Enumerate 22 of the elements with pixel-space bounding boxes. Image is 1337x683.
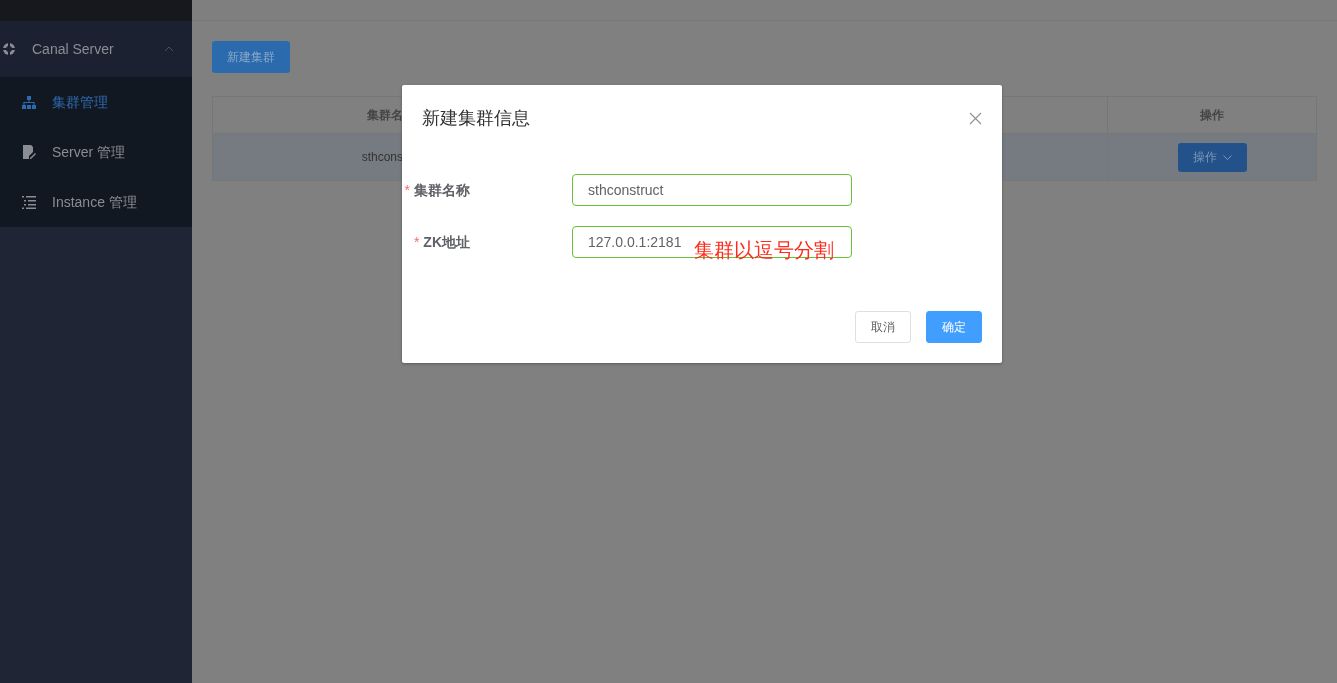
input-field[interactable]: sthconstruct — [572, 174, 852, 206]
field-label: 集群名称 — [414, 180, 470, 200]
table-header-cell-text: 集群名 — [366, 107, 403, 124]
menu-item[interactable]: 集群管理 — [0, 77, 192, 127]
chevron-down-icon — [1222, 154, 1232, 160]
menu-group[interactable]: Canal Server — [0, 21, 192, 77]
chevron-icon — [164, 46, 174, 52]
list-icon — [22, 195, 36, 209]
menu-group-label: Canal Server — [32, 39, 115, 59]
cancel-button[interactable]: 取消 — [855, 311, 911, 343]
table-cell-text: sthcons — [360, 149, 403, 166]
menu-item[interactable]: Server 管理 — [0, 127, 192, 177]
document-edit-icon — [22, 145, 36, 159]
table-header-cell: 操作 — [1107, 97, 1316, 133]
close-button[interactable] — [969, 112, 982, 125]
menu-item[interactable]: Instance 管理 — [0, 177, 192, 227]
annotation-text: 集群以逗号分割 — [694, 240, 834, 260]
dialog-title: 新建集群信息 — [422, 107, 530, 130]
field-label: ZK地址 — [423, 232, 470, 252]
required-mark: * — [404, 180, 410, 200]
required-mark: * — [413, 232, 420, 252]
hierarchy-icon — [22, 95, 36, 109]
